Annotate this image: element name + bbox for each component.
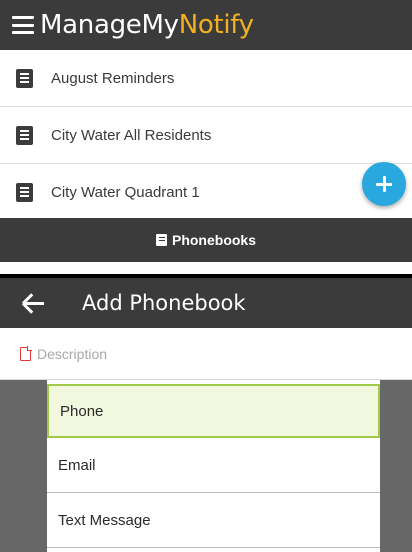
- plus-icon: [376, 176, 392, 192]
- app-logo: ManageMyNotify: [40, 12, 254, 38]
- type-dropdown: Phone Email Text Message: [47, 380, 380, 552]
- dropdown-backdrop[interactable]: Phone Email Text Message: [0, 380, 412, 552]
- document-icon: [16, 125, 33, 145]
- document-icon: [16, 68, 33, 88]
- description-placeholder: Description: [37, 345, 108, 362]
- dropdown-option-text-message[interactable]: Text Message: [47, 493, 380, 548]
- brand-part-1: ManageMy: [40, 10, 179, 40]
- brand-part-2: Notify: [178, 10, 254, 40]
- file-icon: [20, 346, 32, 361]
- dropdown-option-phone[interactable]: Phone: [47, 384, 380, 438]
- screen-divider: [0, 262, 412, 274]
- page-title: Add Phonebook: [82, 291, 246, 315]
- list-item-label: August Reminders: [51, 69, 175, 87]
- phonebook-list: August Reminders City Water All Resident…: [0, 50, 412, 221]
- description-field[interactable]: Description: [0, 328, 412, 380]
- list-item[interactable]: August Reminders: [0, 50, 412, 107]
- dropdown-option-email[interactable]: Email: [47, 438, 380, 493]
- phonebook-icon: [155, 234, 167, 246]
- add-phonebook-header: Add Phonebook: [0, 278, 412, 328]
- phonebooks-tab-label: Phonebooks: [171, 232, 256, 248]
- screenshot: ManageMyNotify August Reminders City Wat…: [0, 0, 412, 552]
- list-item[interactable]: City Water All Residents: [0, 107, 412, 164]
- app-bar: ManageMyNotify: [0, 0, 412, 50]
- list-item[interactable]: City Water Quadrant 1: [0, 164, 412, 221]
- document-icon: [16, 183, 33, 202]
- add-phonebook-button[interactable]: [362, 162, 406, 206]
- hamburger-icon[interactable]: [12, 16, 34, 34]
- list-item-label: City Water Quadrant 1: [51, 184, 200, 201]
- list-item-label: City Water All Residents: [51, 126, 212, 144]
- phonebooks-tab[interactable]: Phonebooks: [0, 218, 412, 262]
- back-arrow-icon[interactable]: [21, 291, 46, 315]
